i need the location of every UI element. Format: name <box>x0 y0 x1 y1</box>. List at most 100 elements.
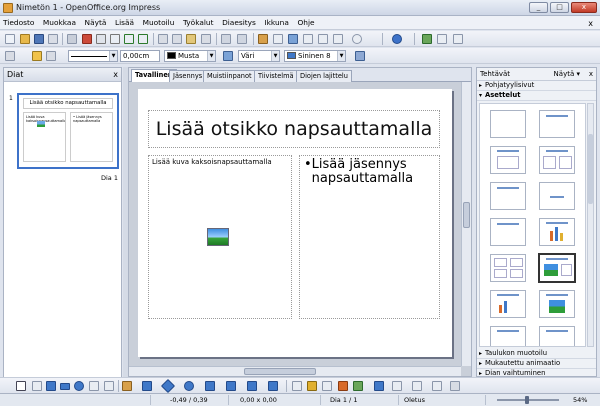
menu-edit[interactable]: Muokkaa <box>40 16 79 27</box>
points-icon[interactable] <box>292 381 302 391</box>
flowchart-icon[interactable] <box>226 381 236 391</box>
slide-canvas[interactable]: Lisää otsikko napsauttamalla Lisää kuva … <box>138 89 452 357</box>
print-icon[interactable] <box>96 34 106 44</box>
toggle-3d-icon[interactable] <box>450 381 460 391</box>
area-icon[interactable] <box>223 51 233 61</box>
tab-outline[interactable]: Jäsennys <box>169 70 207 82</box>
line-arrow-tool-icon[interactable] <box>46 381 56 391</box>
zoom-icon[interactable] <box>352 34 362 44</box>
section-custom-animation[interactable]: Mukautettu animaatio <box>477 359 596 369</box>
edit-points-icon[interactable] <box>5 51 15 61</box>
scrollbar-thumb[interactable] <box>463 202 470 228</box>
layout-title-text[interactable] <box>490 218 526 246</box>
ellipse-tool-icon[interactable] <box>74 381 84 391</box>
menu-format[interactable]: Muotoilu <box>140 16 178 27</box>
slide-thumbnail[interactable]: Lisää otsikko napsauttamalla Lisää kuva … <box>17 93 119 169</box>
line-width-input[interactable]: 0,00cm <box>120 50 160 62</box>
layout-title-chart-text[interactable] <box>490 290 526 318</box>
line-color-select[interactable]: Musta ▼ <box>164 50 216 62</box>
stars-icon[interactable] <box>268 381 278 391</box>
autospellcheck-icon[interactable] <box>138 34 148 44</box>
section-layouts[interactable]: Asettelut <box>477 91 596 101</box>
title-placeholder[interactable]: Lisää otsikko napsauttamalla <box>148 110 440 148</box>
from-file-icon[interactable] <box>338 381 348 391</box>
image-placeholder-box[interactable]: Lisää kuva kaksoisnapsauttamalla <box>148 155 292 319</box>
layout-centered-text[interactable] <box>539 182 575 210</box>
copy-icon[interactable] <box>172 34 182 44</box>
arrange-icon[interactable] <box>412 381 422 391</box>
tab-slide-sorter[interactable]: Diojen lajittelu <box>296 70 352 82</box>
layout-title-content[interactable] <box>490 146 526 174</box>
redo-icon[interactable] <box>237 34 247 44</box>
table-icon[interactable] <box>273 34 283 44</box>
menu-tools[interactable]: Työkalut <box>180 16 217 27</box>
layout-title-image[interactable] <box>539 290 575 318</box>
section-master-pages[interactable]: Pohjatyylisivut <box>477 81 596 91</box>
hyperlink-icon[interactable] <box>288 34 298 44</box>
connector-tool-icon[interactable] <box>142 381 152 391</box>
status-zoom[interactable]: 54% <box>573 396 587 404</box>
rectangle-tool-icon[interactable] <box>60 383 70 390</box>
close-window-button[interactable]: x <box>571 2 597 13</box>
layouts-scrollbar[interactable] <box>587 103 594 347</box>
scrollbar-thumb[interactable] <box>588 134 593 204</box>
open-folder-icon[interactable] <box>20 34 30 44</box>
line-style-select[interactable]: ▼ <box>68 50 118 62</box>
callouts-tool-icon[interactable] <box>104 381 114 391</box>
horizontal-scrollbar[interactable] <box>129 366 461 376</box>
cut-icon[interactable] <box>158 34 168 44</box>
alignment-icon[interactable] <box>392 381 402 391</box>
arrow-style-icon[interactable] <box>46 51 56 61</box>
close-pane-icon[interactable]: x <box>589 68 593 80</box>
tab-notes[interactable]: Muistiinpanot <box>203 70 256 82</box>
block-arrows-icon[interactable] <box>205 381 215 391</box>
gallery-icon[interactable] <box>333 34 343 44</box>
new-slide-icon[interactable] <box>422 34 432 44</box>
line-tool-icon[interactable] <box>32 381 42 391</box>
edit-file-icon[interactable] <box>67 34 77 44</box>
format-paintbrush-icon[interactable] <box>201 34 211 44</box>
line-icon[interactable] <box>32 51 42 61</box>
display-grid-icon[interactable] <box>303 34 313 44</box>
print-preview-icon[interactable] <box>110 34 120 44</box>
new-document-icon[interactable] <box>5 34 15 44</box>
gallery-tool-icon[interactable] <box>353 381 363 391</box>
layout-title-table-chart[interactable] <box>490 326 526 346</box>
callout-shapes-icon[interactable] <box>247 381 257 391</box>
menu-view[interactable]: Näytä <box>82 16 110 27</box>
save-icon[interactable] <box>34 34 44 44</box>
area-style-select[interactable]: Väri ▼ <box>238 50 280 62</box>
layout-title-object[interactable] <box>539 326 575 346</box>
menu-window[interactable]: Ikkuna <box>261 16 291 27</box>
scrollbar-thumb[interactable] <box>244 368 316 375</box>
glue-points-icon[interactable] <box>307 381 317 391</box>
layout-title-4-content[interactable] <box>490 254 526 282</box>
undo-icon[interactable] <box>221 34 231 44</box>
maximize-button[interactable]: □ <box>550 2 569 13</box>
spellcheck-icon[interactable] <box>124 34 134 44</box>
close-pane-icon[interactable]: x <box>113 68 118 81</box>
text-tool-icon[interactable] <box>89 381 99 391</box>
insert-image-icon[interactable] <box>207 228 229 246</box>
export-pdf-icon[interactable] <box>82 34 92 44</box>
outline-placeholder-box[interactable]: • Lisää jäsennys napsauttamalla <box>299 155 440 319</box>
chart-icon[interactable] <box>258 34 268 44</box>
basic-shapes-icon[interactable] <box>160 378 176 394</box>
section-table-design[interactable]: Taulukon muotoilu <box>477 349 596 359</box>
menu-slideshow[interactable]: Diaesitys <box>219 16 259 27</box>
layout-title-two-content[interactable] <box>539 146 575 174</box>
tasks-view-menu[interactable]: Näytä ▾ <box>554 68 580 80</box>
area-color-select[interactable]: Sininen 8 ▼ <box>284 50 346 62</box>
email-icon[interactable] <box>48 34 58 44</box>
slide-design-icon[interactable] <box>437 34 447 44</box>
menu-insert[interactable]: Lisää <box>112 16 137 27</box>
extrusion-icon[interactable] <box>432 381 442 391</box>
close-document-icon[interactable]: x <box>585 17 596 28</box>
layout-blank[interactable] <box>490 110 526 138</box>
menu-help[interactable]: Ohje <box>294 16 317 27</box>
paste-icon[interactable] <box>186 34 196 44</box>
zoom-slider-handle[interactable] <box>525 396 529 404</box>
layout-title-image-text[interactable] <box>538 253 576 283</box>
symbol-shapes-icon[interactable] <box>184 381 194 391</box>
layout-title-slide[interactable] <box>490 182 526 210</box>
